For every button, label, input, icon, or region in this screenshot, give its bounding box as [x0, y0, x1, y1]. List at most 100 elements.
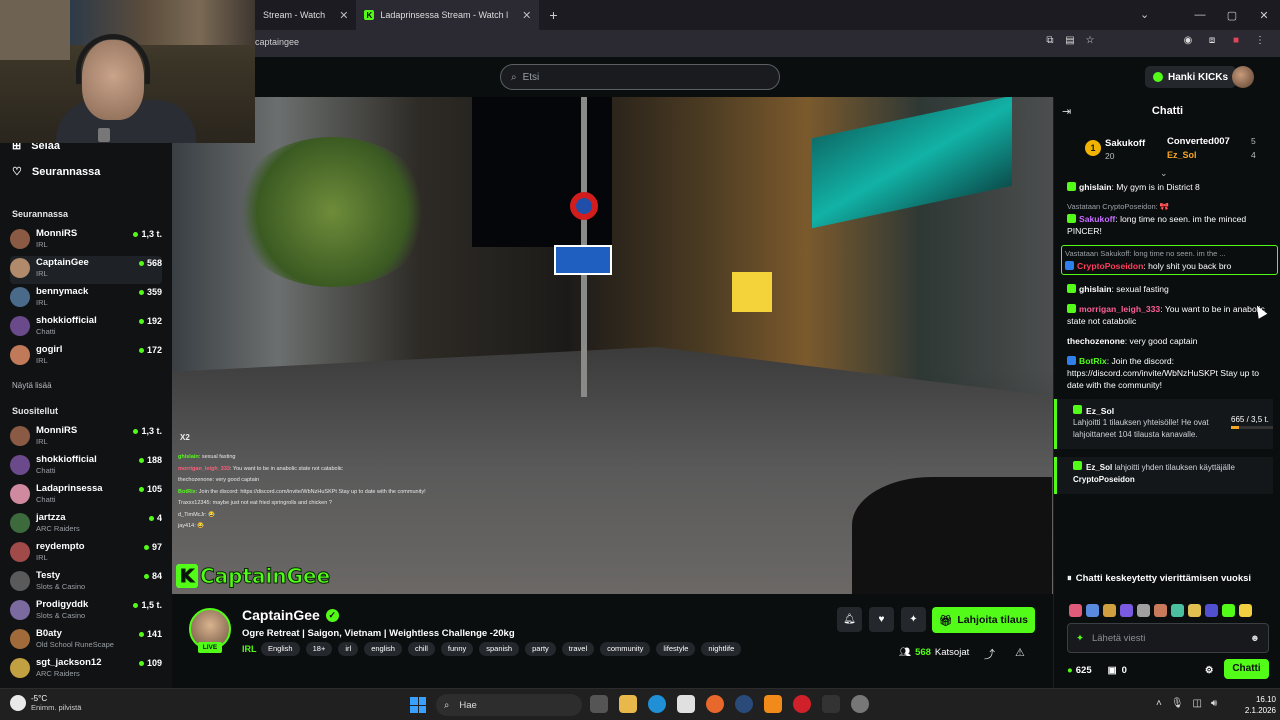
get-kicks-button[interactable]: Hanki KICKs — [1145, 66, 1237, 88]
emote-icon[interactable] — [1171, 604, 1184, 617]
chat-username[interactable]: CryptoPoseidon — [1077, 261, 1143, 271]
bookmark-star-icon[interactable]: ☆ — [1084, 35, 1096, 47]
url-text[interactable]: captaingee — [255, 37, 299, 47]
new-tab-button[interactable]: + — [543, 7, 563, 23]
tray-overflow-icon[interactable]: ˄ — [1156, 698, 1162, 709]
sidebar-channel-testy[interactable]: Testy Slots & Casino 84 — [10, 569, 162, 597]
chat-username[interactable]: thechozenone — [1067, 336, 1125, 346]
stream-tag[interactable]: community — [600, 642, 651, 656]
terminal-icon[interactable] — [822, 695, 840, 713]
emote-icon[interactable] — [1205, 604, 1218, 617]
file-explorer-icon[interactable] — [619, 695, 637, 713]
sidebar-following[interactable]: ♡ Seurannassa — [12, 165, 100, 179]
menu-icon[interactable]: ⋮ — [1254, 35, 1266, 47]
kicks-balance[interactable]: 625 — [1076, 665, 1092, 676]
chat-username[interactable]: Sakukoff — [1079, 214, 1115, 224]
share-icon[interactable]: ⤴ — [984, 646, 995, 662]
firefox-icon[interactable] — [706, 695, 724, 713]
sidebar-channel-reydempto[interactable]: reydempto IRL 97 — [10, 540, 162, 568]
vlc-icon[interactable] — [764, 695, 782, 713]
maximize-button[interactable]: ▢ — [1216, 9, 1248, 22]
stream-tag[interactable]: irl — [338, 642, 359, 656]
emote-icon[interactable] — [1086, 604, 1099, 617]
addon-icon[interactable]: ■ — [1230, 35, 1242, 47]
emote-icon[interactable] — [1239, 604, 1252, 617]
sidebar-channel-gogirl[interactable]: gogirl IRL 172 — [10, 343, 162, 371]
chat-username[interactable]: ghislain — [1079, 284, 1111, 294]
network-icon[interactable]: ◫ — [1193, 698, 1202, 709]
emoji-picker-icon[interactable]: ☻ — [1250, 633, 1260, 644]
streamer-name[interactable]: CaptainGee — [242, 607, 320, 623]
reply-context[interactable]: Vastataan Sakukoff: long time no seen. i… — [1065, 248, 1274, 260]
extensions-icon[interactable]: ⧈ — [1206, 35, 1218, 47]
stream-tag[interactable]: english — [364, 642, 402, 656]
leader-name[interactable]: Converted007 — [1167, 136, 1230, 147]
store-icon[interactable] — [677, 695, 695, 713]
edge-icon[interactable] — [648, 695, 666, 713]
stream-tag[interactable]: English — [261, 642, 300, 656]
user-avatar[interactable] — [1232, 66, 1254, 88]
stream-category-link[interactable]: IRL — [242, 644, 257, 654]
sidebar-channel-shokkiofficial-rec[interactable]: shokkiofficial Chatti 188 — [10, 453, 162, 481]
sidebar-channel-b0aty[interactable]: B0aty Old School RuneScape 141 — [10, 627, 162, 655]
show-more-link[interactable]: Näytä lisää — [12, 381, 52, 390]
chat-message-input[interactable]: ✦ Lähetä viesti ☻ — [1067, 623, 1269, 653]
leader-name[interactable]: Ez_Sol — [1167, 150, 1197, 160]
chat-username[interactable]: ghislain — [1079, 182, 1111, 192]
gift-subscription-button[interactable]: 🎁︎ Lahjoita tilaus — [932, 607, 1035, 633]
stream-tag[interactable]: nightlife — [701, 642, 742, 656]
subs-count[interactable]: 0 — [1122, 665, 1127, 676]
sidebar-channel-captaingee[interactable]: CaptainGee IRL 568 — [10, 256, 162, 284]
sidebar-channel-shokkiofficial[interactable]: shokkiofficial Chatti 192 — [10, 314, 162, 342]
sidebar-channel-bennymack[interactable]: bennymack IRL 359 — [10, 285, 162, 313]
close-tab-icon[interactable]: ✕ — [522, 9, 531, 22]
close-window-button[interactable]: ✕ — [1248, 9, 1280, 22]
minimize-button[interactable]: — — [1184, 9, 1216, 21]
notifications-button[interactable]: 🔔︎ — [837, 607, 862, 632]
stream-tag[interactable]: chill — [407, 642, 435, 656]
emote-icon[interactable] — [1120, 604, 1133, 617]
list-tabs-icon[interactable]: ⌄ — [1140, 8, 1149, 21]
sidebar-channel-ladaprinsessa[interactable]: Ladaprinsessa Chatti 105 — [10, 482, 162, 510]
start-button[interactable] — [410, 697, 426, 713]
emote-icon[interactable] — [1069, 604, 1082, 617]
close-tab-icon[interactable]: ✕ — [339, 9, 348, 22]
follow-button[interactable]: ♥ — [869, 607, 894, 632]
browser-tab[interactable]: Stream - Watch ✕ — [255, 0, 356, 30]
emote-icon[interactable] — [1103, 604, 1116, 617]
video-player[interactable]: X2 ghislain: sexual fasting morrigan_lei… — [172, 97, 1053, 594]
stream-tag[interactable]: spanish — [479, 642, 520, 656]
chat-settings-icon[interactable]: ⚙ — [1205, 665, 1214, 676]
settings-app-icon[interactable] — [851, 695, 869, 713]
weather-widget[interactable]: -5°C Enimm. pilvistä — [10, 694, 81, 712]
sidebar-channel-sgt-jackson12[interactable]: sgt_jackson12 ARC Raiders 109 — [10, 656, 162, 684]
account-icon[interactable]: ◉ — [1182, 35, 1194, 47]
stream-tag[interactable]: travel — [561, 642, 595, 656]
stream-tag[interactable]: funny — [440, 642, 474, 656]
expand-leaderboard-icon[interactable]: ⌄ — [1160, 168, 1168, 179]
chat-username[interactable]: morrigan_leigh_333 — [1079, 304, 1160, 314]
browser-tab-active[interactable]: K Ladaprinsessa Stream - Watch l ✕ — [356, 0, 540, 30]
gifter-name[interactable]: Ez_Sol — [1086, 463, 1112, 472]
emote-icon[interactable] — [1137, 604, 1150, 617]
reader-view-icon[interactable]: ▤ — [1064, 35, 1076, 47]
emote-icon[interactable] — [1222, 604, 1235, 617]
task-view-icon[interactable] — [590, 695, 608, 713]
clock[interactable]: 16.10 2.1.2026 — [1238, 694, 1276, 716]
emote-icon[interactable] — [1188, 604, 1201, 617]
sidebar-channel-monnirs[interactable]: MonniRS IRL 1,3 t. — [10, 227, 162, 255]
gifter-name[interactable]: Ez_Sol — [1086, 406, 1114, 416]
taskbar-search[interactable]: ⌕ Hae — [436, 694, 582, 716]
steam-icon[interactable] — [735, 695, 753, 713]
opera-icon[interactable] — [793, 695, 811, 713]
chat-username[interactable]: BotRix — [1079, 356, 1107, 366]
sidebar-channel-prodigyddk[interactable]: Prodigyddk Slots & Casino 1,5 t. — [10, 598, 162, 626]
report-icon[interactable]: ⚠ — [1015, 646, 1025, 659]
stream-tag[interactable]: party — [525, 642, 556, 656]
mic-tray-icon[interactable]: 🎙︎ — [1171, 698, 1184, 709]
reply-context[interactable]: Vastataan CryptoPoseidon: 🎀 — [1067, 201, 1273, 213]
kicks-button[interactable]: ✦ — [901, 607, 926, 632]
volume-icon[interactable]: 🔊︎ — [1211, 698, 1217, 709]
picture-in-picture-icon[interactable]: ⧉ — [1044, 35, 1056, 47]
stream-tag[interactable]: lifestyle — [656, 642, 696, 656]
